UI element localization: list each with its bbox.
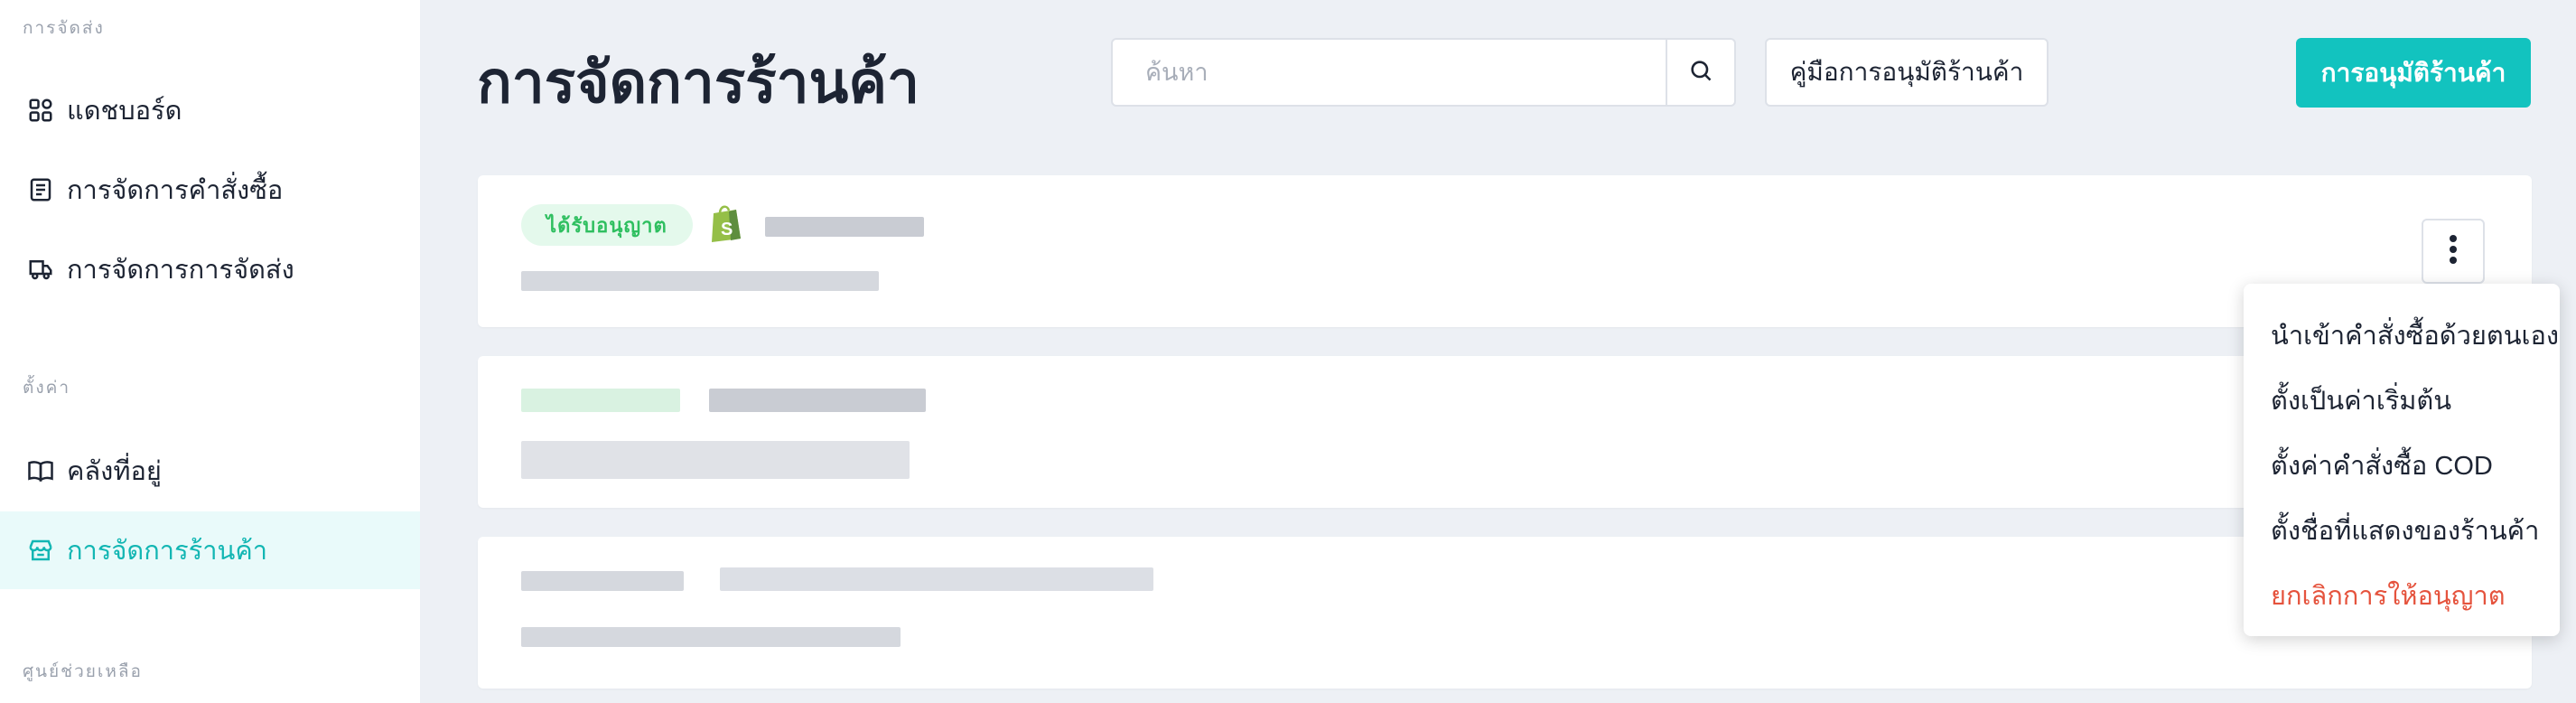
approval-guide-button[interactable]: คู่มือการอนุมัติร้านค้า — [1765, 38, 2049, 107]
svg-text:S: S — [721, 220, 733, 239]
sidebar-item-label: การจัดการการจัดส่ง — [67, 256, 294, 285]
search-input[interactable] — [1113, 40, 1666, 105]
menu-item-set-default[interactable]: ตั้งเป็นค่าเริ่มต้น — [2271, 380, 2451, 421]
book-icon — [25, 455, 56, 486]
sidebar-item-orders[interactable]: การจัดการคำสั่งซื้อ — [0, 151, 420, 229]
sidebar: การจัดส่ง แดชบอร์ด การจัดการคำสั่งซื้อ ก… — [0, 0, 420, 703]
redacted-store-email — [521, 441, 910, 479]
truck-icon — [25, 254, 56, 285]
shopify-icon: S — [709, 202, 743, 247]
sidebar-item-dashboard[interactable]: แดชบอร์ด — [0, 71, 420, 149]
store-card: ได้รับอนุญาต S — [478, 175, 2532, 327]
store-card — [478, 537, 2532, 689]
menu-item-revoke-authorization[interactable]: ยกเลิกการให้อนุญาต — [2271, 575, 2506, 616]
sidebar-item-label: แดชบอร์ด — [67, 97, 182, 126]
page-title: การจัดการร้านค้า — [477, 50, 919, 115]
sidebar-section-help: ศูนย์ช่วยเหลือ — [23, 662, 143, 681]
sidebar-item-label: การจัดการคำสั่งซื้อ — [67, 176, 284, 205]
sidebar-item-store-management[interactable]: การจัดการร้านค้า — [0, 511, 420, 589]
redacted-store-email — [521, 271, 879, 291]
menu-item-cod-settings[interactable]: ตั้งค่าคำสั่งซื้อ COD — [2271, 445, 2493, 486]
sidebar-item-label: การจัดการร้านค้า — [67, 537, 268, 566]
sidebar-item-address-book[interactable]: คลังที่อยู่ — [0, 432, 420, 510]
menu-item-import-orders[interactable]: นำเข้าคำสั่งซื้อด้วยตนเอง — [2271, 314, 2559, 356]
store-icon — [25, 535, 56, 566]
menu-item-display-name[interactable]: ตั้งชื่อที่แสดงของร้านค้า — [2271, 510, 2539, 551]
search-icon — [1688, 58, 1713, 88]
store-card — [478, 356, 2532, 508]
sidebar-section-shipping: การจัดส่ง — [23, 19, 105, 38]
more-vertical-icon — [2449, 234, 2458, 269]
store-options-menu: นำเข้าคำสั่งซื้อด้วยตนเอง ตั้งเป็นค่าเริ… — [2244, 284, 2560, 636]
redacted-store-name — [765, 217, 924, 237]
store-approval-button[interactable]: การอนุมัติร้านค้า — [2296, 38, 2531, 108]
sidebar-section-settings: ตั้งค่า — [23, 379, 70, 398]
redacted-store-name — [709, 389, 926, 412]
search-box — [1111, 38, 1736, 107]
status-badge: ได้รับอนุญาต — [521, 204, 693, 246]
redacted-store-detail — [720, 567, 1153, 591]
dashboard-icon — [25, 95, 56, 126]
sidebar-item-label: คลังที่อยู่ — [67, 457, 162, 486]
clipboard-icon — [25, 174, 56, 205]
sidebar-item-shipping[interactable]: การจัดการการจัดส่ง — [0, 230, 420, 308]
redacted-status-badge — [521, 389, 680, 412]
search-button[interactable] — [1666, 40, 1734, 105]
redacted-store-email — [521, 627, 901, 647]
redacted-store-name — [521, 571, 684, 591]
more-options-button[interactable] — [2422, 219, 2485, 284]
